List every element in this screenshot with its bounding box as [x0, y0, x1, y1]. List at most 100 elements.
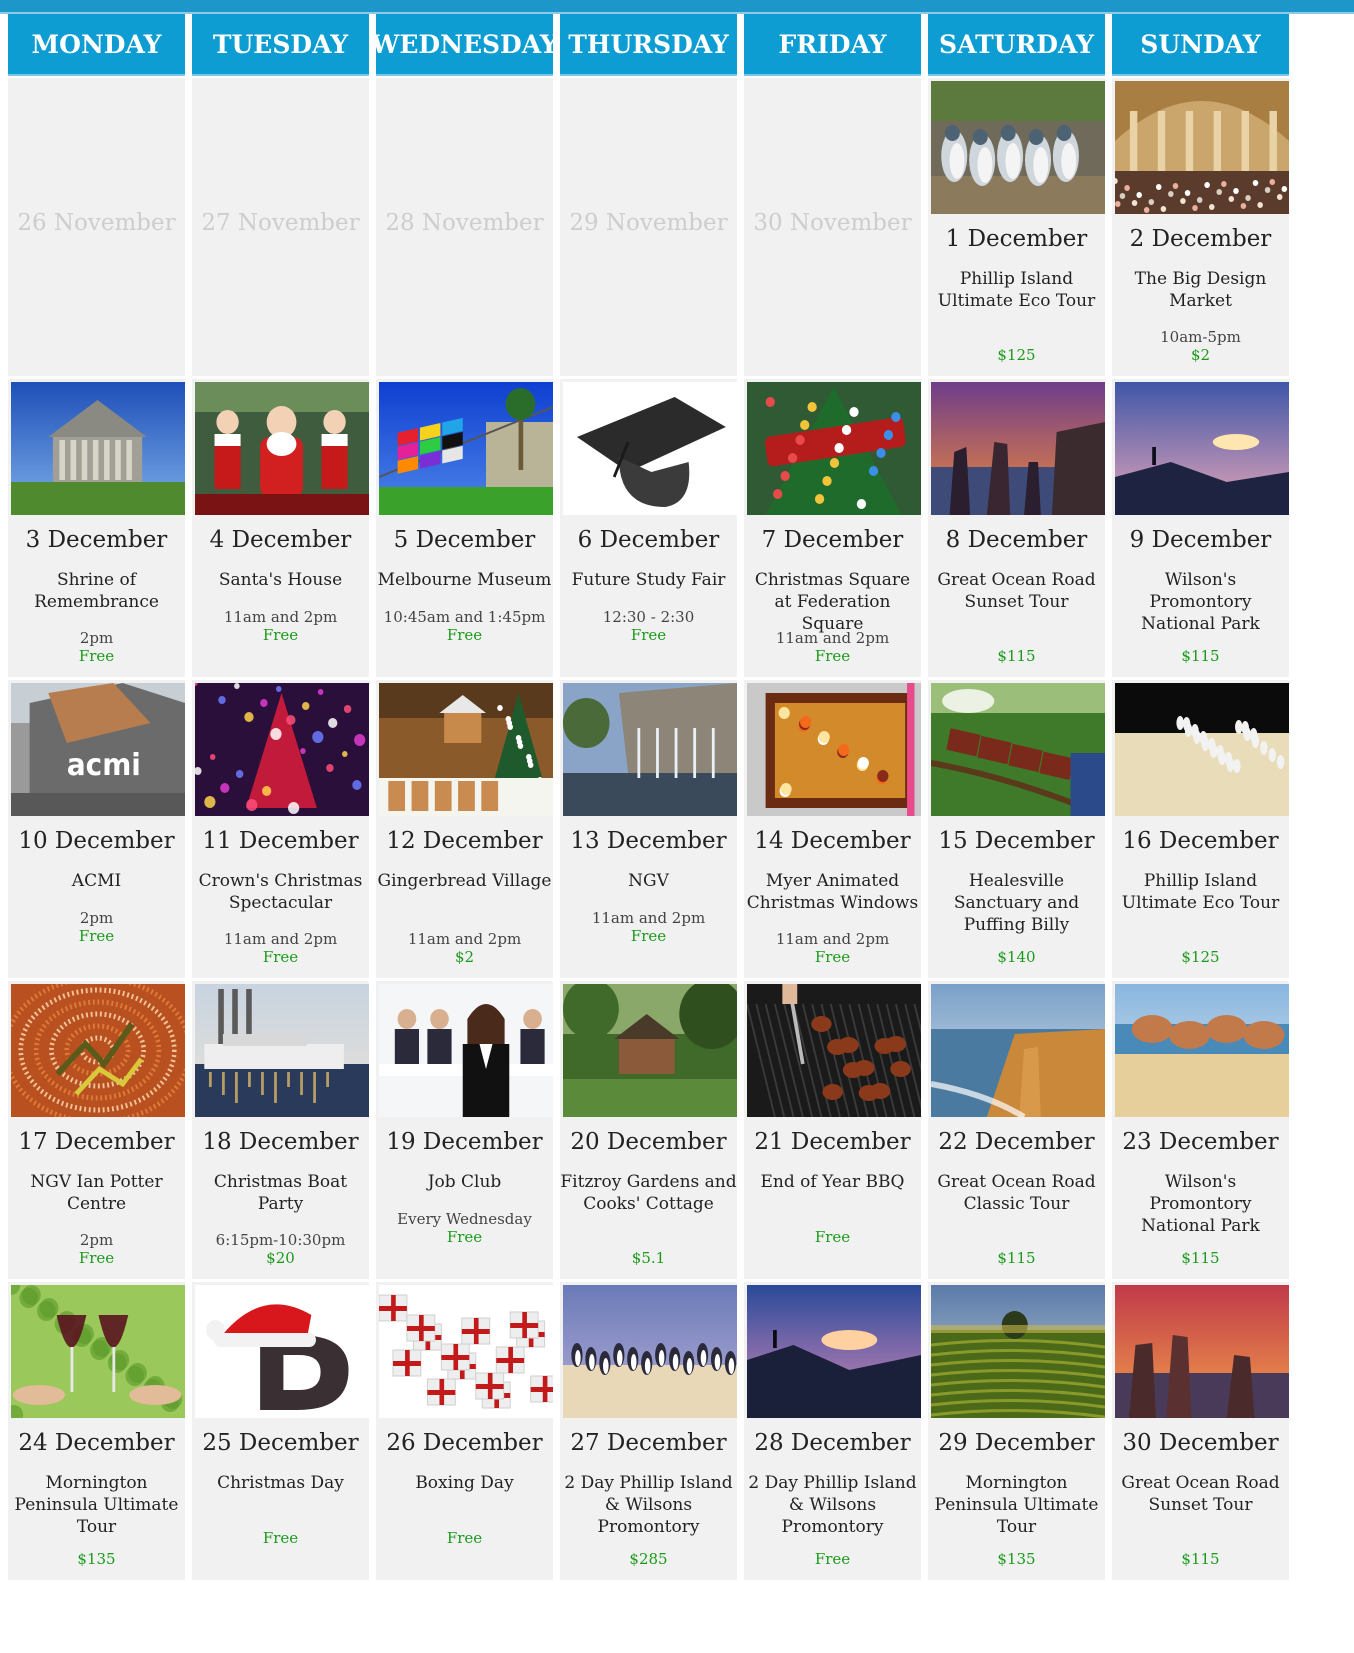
- calendar-day-cell[interactable]: 5 December Melbourne Museum 10:45am and 1:…: [376, 379, 553, 677]
- calendar-day-cell[interactable]: 7 December Christmas Square at Federation…: [744, 379, 921, 677]
- calendar-day-cell[interactable]: 14 December Myer Animated Christmas Windo…: [744, 680, 921, 978]
- calendar-day-cell[interactable]: 9 December Wilson's Promontory National P…: [1112, 379, 1289, 677]
- museum-photo[interactable]: [379, 382, 553, 515]
- day-date-label: 16 December: [1122, 828, 1279, 854]
- event-price: Free: [78, 1249, 115, 1267]
- event-title-link[interactable]: Melbourne Museum: [376, 569, 553, 591]
- event-title-link[interactable]: Job Club: [376, 1171, 553, 1193]
- event-title-link[interactable]: Gingerbread Village: [376, 870, 553, 892]
- event-title-link[interactable]: End of Year BBQ: [744, 1171, 921, 1193]
- calendar-grid: 26 November 27 November 28 November 29 Nove…: [8, 78, 1354, 1653]
- event-title-link[interactable]: Mornington Peninsula Ultimate Tour: [928, 1472, 1105, 1538]
- event-title-link[interactable]: Great Ocean Road Sunset Tour: [1112, 1472, 1289, 1516]
- calendar-day-cell[interactable]: 15 December Healesville Sanctuary and Puf…: [928, 680, 1105, 978]
- event-title-link[interactable]: Phillip Island Ultimate Eco Tour: [1112, 870, 1289, 914]
- penguins-beach-photo[interactable]: [563, 1285, 737, 1418]
- ngv-photo[interactable]: [563, 683, 737, 816]
- event-title-link[interactable]: Boxing Day: [376, 1472, 553, 1494]
- calendar-day-cell[interactable]: 2 December The Big Design Market 10am-5pm $…: [1112, 78, 1289, 376]
- calendar-day-cell[interactable]: 24 December Mornington Peninsula Ultimate…: [8, 1282, 185, 1580]
- bbq-photo[interactable]: [747, 984, 921, 1117]
- calendar-day-cell[interactable]: acmi 10 December ACMI 2pm Free: [8, 680, 185, 978]
- event-title-link[interactable]: Fitzroy Gardens and Cooks' Cottage: [560, 1171, 737, 1215]
- calendar-day-cell[interactable]: 21 December End of Year BBQ Free: [744, 981, 921, 1279]
- acmi-photo[interactable]: acmi: [11, 683, 185, 816]
- day-date-label: 29 December: [938, 1430, 1095, 1456]
- calendar-day-cell[interactable]: 26 December Boxing Day Free: [376, 1282, 553, 1580]
- event-title-link[interactable]: Myer Animated Christmas Windows: [744, 870, 921, 914]
- calendar-day-cell[interactable]: 4 December Santa's House 11am and 2pm Free: [192, 379, 369, 677]
- gingerbread-photo[interactable]: [379, 683, 553, 816]
- event-title-link[interactable]: Christmas Square at Federation Square: [744, 569, 921, 635]
- event-title-link[interactable]: Phillip Island Ultimate Eco Tour: [928, 268, 1105, 312]
- event-title-link[interactable]: Future Study Fair: [560, 569, 737, 591]
- myer-window-photo[interactable]: [747, 683, 921, 816]
- exhibition-hall-photo[interactable]: [1115, 81, 1289, 214]
- calendar-day-cell[interactable]: 25 December Christmas Day Free: [192, 1282, 369, 1580]
- event-time: 11am and 2pm: [407, 930, 522, 948]
- calendar-day-cell[interactable]: 27 December 2 Day Phillip Island & Wilson…: [560, 1282, 737, 1580]
- apostles-sunset-photo[interactable]: [931, 382, 1105, 515]
- event-title-link[interactable]: Wilson's Promontory National Park: [1112, 1171, 1289, 1237]
- calendar-day-cell[interactable]: 16 December Phillip Island Ultimate Eco T…: [1112, 680, 1289, 978]
- wine-glasses-photo[interactable]: [11, 1285, 185, 1418]
- calendar-day-cell[interactable]: 22 December Great Ocean Road Classic Tour…: [928, 981, 1105, 1279]
- calendar-day-cell[interactable]: 1 December Phillip Island Ultimate Eco To…: [928, 78, 1105, 376]
- day-date-label: 13 December: [570, 828, 727, 854]
- hill-sunset-photo[interactable]: [747, 1285, 921, 1418]
- event-title-link[interactable]: Shrine of Remembrance: [8, 569, 185, 613]
- job-club-photo[interactable]: [379, 984, 553, 1117]
- calendar-day-cell[interactable]: 17 December NGV Ian Potter Centre 2pm Free: [8, 981, 185, 1279]
- calendar-day-cell[interactable]: 29 December Mornington Peninsula Ultimate…: [928, 1282, 1105, 1580]
- cottage-photo[interactable]: [563, 984, 737, 1117]
- boat-photo[interactable]: [195, 984, 369, 1117]
- promontory-sunset-photo[interactable]: [1115, 382, 1289, 515]
- calendar-day-cell[interactable]: 13 December NGV 11am and 2pm Free: [560, 680, 737, 978]
- calendar-day-cell[interactable]: 30 December Great Ocean Road Sunset Tour $…: [1112, 1282, 1289, 1580]
- crown-tree-photo[interactable]: [195, 683, 369, 816]
- event-title-link[interactable]: 2 Day Phillip Island & Wilsons Promontor…: [744, 1472, 921, 1538]
- calendar-day-cell[interactable]: 23 December Wilson's Promontory National …: [1112, 981, 1289, 1279]
- steam-train-photo[interactable]: [931, 683, 1105, 816]
- event-title-link[interactable]: Crown's Christmas Spectacular: [192, 870, 369, 914]
- calendar-day-cell[interactable]: 19 December Job Club Every Wednesday Free: [376, 981, 553, 1279]
- calendar-day-cell[interactable]: 18 December Christmas Boat Party 6:15pm-10…: [192, 981, 369, 1279]
- vineyard-photo[interactable]: [931, 1285, 1105, 1418]
- calendar-day-cell[interactable]: 3 December Shrine of Remembrance 2pm Free: [8, 379, 185, 677]
- santa-photo[interactable]: [195, 382, 369, 515]
- calendar-day-cell[interactable]: 6 December Future Study Fair 12:30 - 2:30 F…: [560, 379, 737, 677]
- event-title-link[interactable]: Christmas Day: [192, 1472, 369, 1494]
- beach-rocks-photo[interactable]: [1115, 984, 1289, 1117]
- santa-hat-logo[interactable]: [195, 1285, 369, 1418]
- day-date-label: 7 December: [761, 527, 904, 553]
- aboriginal-art-photo[interactable]: [11, 984, 185, 1117]
- calendar-day-cell[interactable]: 8 December Great Ocean Road Sunset Tour $1…: [928, 379, 1105, 677]
- graduation-cap-photo[interactable]: [563, 382, 737, 515]
- event-title-link[interactable]: NGV: [560, 870, 737, 892]
- event-price: Free: [814, 948, 851, 966]
- shrine-photo[interactable]: [11, 382, 185, 515]
- penguin-parade-photo[interactable]: [1115, 683, 1289, 816]
- calendar-day-cell[interactable]: 12 December Gingerbread Village 11am and 2…: [376, 680, 553, 978]
- calendar-day-cell[interactable]: 28 December 2 Day Phillip Island & Wilson…: [744, 1282, 921, 1580]
- event-title-link[interactable]: Santa's House: [192, 569, 369, 591]
- calendar-day-cell[interactable]: 11 December Crown's Christmas Spectacular…: [192, 680, 369, 978]
- event-title-link[interactable]: Wilson's Promontory National Park: [1112, 569, 1289, 635]
- event-title-link[interactable]: NGV Ian Potter Centre: [8, 1171, 185, 1215]
- gift-boxes-photo[interactable]: [379, 1285, 553, 1418]
- event-title-link[interactable]: Great Ocean Road Classic Tour: [928, 1171, 1105, 1215]
- event-title-link[interactable]: The Big Design Market: [1112, 268, 1289, 312]
- day-date-label: 26 December: [386, 1430, 543, 1456]
- event-title-link[interactable]: Great Ocean Road Sunset Tour: [928, 569, 1105, 613]
- event-title-link[interactable]: Christmas Boat Party: [192, 1171, 369, 1215]
- event-title-link[interactable]: 2 Day Phillip Island & Wilsons Promontor…: [560, 1472, 737, 1538]
- calendar-day-cell[interactable]: 20 December Fitzroy Gardens and Cooks' Co…: [560, 981, 737, 1279]
- event-title-link[interactable]: Healesville Sanctuary and Puffing Billy: [928, 870, 1105, 936]
- apostles-dusk-photo[interactable]: [1115, 1285, 1289, 1418]
- coastline-photo[interactable]: [931, 984, 1105, 1117]
- christmas-tree-photo[interactable]: [747, 382, 921, 515]
- event-title-link[interactable]: ACMI: [8, 870, 185, 892]
- penguins-photo[interactable]: [931, 81, 1105, 214]
- event-price: Free: [446, 1529, 483, 1547]
- event-title-link[interactable]: Mornington Peninsula Ultimate Tour: [8, 1472, 185, 1538]
